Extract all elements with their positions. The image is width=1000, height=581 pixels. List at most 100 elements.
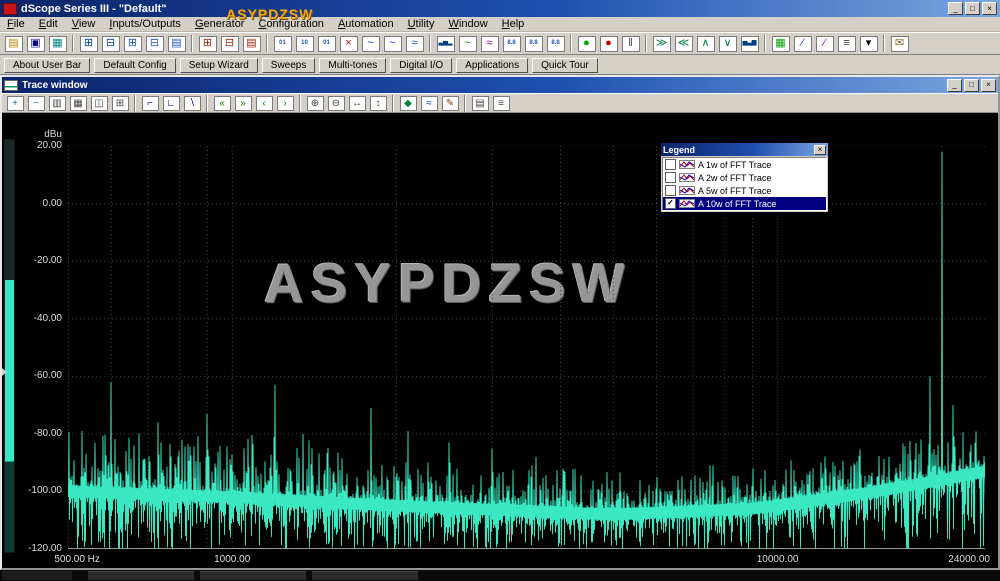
fft-panel-icon[interactable]: ▃▅▂ xyxy=(435,34,456,53)
waveform-b-icon[interactable]: ~ xyxy=(382,34,403,53)
zoom-y-icon[interactable]: ↕ xyxy=(368,95,388,112)
bitstream-b-icon[interactable]: 10 xyxy=(294,34,315,53)
menu-automation[interactable]: Automation xyxy=(331,17,401,31)
menu-edit[interactable]: Edit xyxy=(32,17,65,31)
limit-lower-icon[interactable]: ∟ xyxy=(161,95,181,112)
settings-panel-icon[interactable]: ▤ xyxy=(241,34,262,53)
bitstream-a-icon[interactable]: 01 xyxy=(272,34,293,53)
legend-item[interactable]: A 5w of FFT Trace xyxy=(663,184,826,197)
limit-upper-icon[interactable]: ⌐ xyxy=(140,95,160,112)
tab-sweeps[interactable]: Sweeps xyxy=(262,58,316,73)
sweep-up-icon[interactable]: ∧ xyxy=(695,34,716,53)
copy-graph-icon[interactable]: ▥ xyxy=(47,95,67,112)
peak-next-icon[interactable]: › xyxy=(275,95,295,112)
mail-icon[interactable]: ✉ xyxy=(889,34,910,53)
mute-icon[interactable]: × xyxy=(338,34,359,53)
export-icon[interactable]: ▤ xyxy=(470,95,490,112)
legend-item[interactable]: A 2w of FFT Trace xyxy=(663,171,826,184)
sweep-forward-icon[interactable]: ≫ xyxy=(651,34,672,53)
digital-inputs-icon[interactable]: ⊟ xyxy=(144,34,165,53)
slope-line-icon[interactable]: ∖ xyxy=(182,95,202,112)
legend-title-bar[interactable]: Legend × xyxy=(661,143,828,156)
waveform-a-icon[interactable]: ~ xyxy=(360,34,381,53)
script-icon[interactable]: ≡ xyxy=(836,34,857,53)
sweep-down-icon[interactable]: ∨ xyxy=(717,34,738,53)
menu-inputs-outputs[interactable]: Inputs/Outputs xyxy=(102,17,188,31)
fft-trace-plot[interactable] xyxy=(68,146,985,549)
regulation-icon[interactable]: ▦ xyxy=(770,34,791,53)
settings-icon[interactable]: ≡ xyxy=(491,95,511,112)
legend-checkbox[interactable] xyxy=(665,159,676,170)
trace-maximize-icon[interactable]: □ xyxy=(964,79,979,92)
tab-digital-i-o[interactable]: Digital I/O xyxy=(390,58,452,73)
zoom-x-icon[interactable]: ↔ xyxy=(347,95,367,112)
legend-item[interactable]: ✓A 10w of FFT Trace xyxy=(663,197,826,210)
legend-window[interactable]: Legend × A 1w of FFT TraceA 2w of FFT Tr… xyxy=(660,142,829,213)
axes-setup-icon[interactable]: ⊞ xyxy=(110,95,130,112)
taskbar-item[interactable] xyxy=(200,571,306,580)
plot-area[interactable]: dBu 20.000.00-20.00-40.00-60.00-80.00-10… xyxy=(2,113,998,568)
bitstream-c-icon[interactable]: 01 xyxy=(316,34,337,53)
scope-panel-icon[interactable]: ~ xyxy=(457,34,478,53)
taskbar-item[interactable] xyxy=(312,571,418,580)
maximize-icon[interactable]: □ xyxy=(965,2,980,15)
channel-check-icon[interactable]: ▤ xyxy=(166,34,187,53)
meter-c-icon[interactable]: 8.8 xyxy=(545,34,566,53)
pause-icon[interactable]: ‖ xyxy=(620,34,641,53)
split-view-icon[interactable]: ◫ xyxy=(89,95,109,112)
waveform-c-icon[interactable]: ≈ xyxy=(404,34,425,53)
legend-close-icon[interactable]: × xyxy=(814,145,826,155)
tab-about-user-bar[interactable]: About User Bar xyxy=(4,58,90,73)
menu-configuration[interactable]: Configuration xyxy=(251,17,330,31)
menu-view[interactable]: View xyxy=(65,17,103,31)
cursor-prev-icon[interactable]: « xyxy=(212,95,232,112)
analog-outputs-icon[interactable]: ⊞ xyxy=(78,34,99,53)
sweep-panel-icon[interactable]: ≈ xyxy=(479,34,500,53)
tab-quick-tour[interactable]: Quick Tour xyxy=(532,58,598,73)
slope-b-icon[interactable]: ∕ xyxy=(814,34,835,53)
minimize-icon[interactable]: _ xyxy=(948,2,963,15)
trace-close-icon[interactable]: × xyxy=(981,79,996,92)
tab-default-config[interactable]: Default Config xyxy=(94,58,175,73)
menu-window[interactable]: Window xyxy=(442,17,495,31)
legend-checkbox[interactable] xyxy=(665,185,676,196)
legend-item[interactable]: A 1w of FFT Trace xyxy=(663,158,826,171)
trace-window-title-bar[interactable]: Trace window _ □ × xyxy=(2,77,998,93)
menu-file[interactable]: File xyxy=(0,17,32,31)
analog-inputs-icon[interactable]: ⊟ xyxy=(100,34,121,53)
legend-checkbox[interactable] xyxy=(665,172,676,183)
marker-icon[interactable]: ◆ xyxy=(398,95,418,112)
dropdown-icon[interactable]: ▾ xyxy=(858,34,879,53)
save-all-icon[interactable]: ▦ xyxy=(47,34,68,53)
smooth-icon[interactable]: ≈ xyxy=(419,95,439,112)
table-view-icon[interactable]: ▦ xyxy=(68,95,88,112)
legend-checkbox[interactable]: ✓ xyxy=(665,198,676,209)
menu-utility[interactable]: Utility xyxy=(401,17,442,31)
trace-minimize-icon[interactable]: _ xyxy=(947,79,962,92)
digital-outputs-icon[interactable]: ⊞ xyxy=(122,34,143,53)
save-icon[interactable]: ▣ xyxy=(25,34,46,53)
zoom-in-icon[interactable]: ⊕ xyxy=(305,95,325,112)
tab-multi-tones[interactable]: Multi-tones xyxy=(319,58,386,73)
cursor-next-icon[interactable]: » xyxy=(233,95,253,112)
tab-setup-wizard[interactable]: Setup Wizard xyxy=(180,58,258,73)
sweep-reverse-icon[interactable]: ≪ xyxy=(673,34,694,53)
analyzer-panel-icon[interactable]: ⊟ xyxy=(219,34,240,53)
meter-b-icon[interactable]: 8.8 xyxy=(523,34,544,53)
annotate-icon[interactable]: ✎ xyxy=(440,95,460,112)
title-bar[interactable]: dScope Series III - "Default" _ □ × xyxy=(0,0,1000,17)
open-icon[interactable]: ▤ xyxy=(3,34,24,53)
tab-applications[interactable]: Applications xyxy=(456,58,528,73)
run-icon[interactable]: ● xyxy=(576,34,597,53)
taskbar-item[interactable] xyxy=(88,571,194,580)
autoscale-icon[interactable]: + xyxy=(5,95,25,112)
menu-help[interactable]: Help xyxy=(495,17,532,31)
meter-a-icon[interactable]: 8.8 xyxy=(501,34,522,53)
menu-generator[interactable]: Generator xyxy=(188,17,252,31)
zoom-out-icon[interactable]: ⊖ xyxy=(326,95,346,112)
bar-graph-icon[interactable]: ▅▃▆ xyxy=(739,34,760,53)
generator-panel-icon[interactable]: ⊞ xyxy=(197,34,218,53)
slope-a-icon[interactable]: ∕ xyxy=(792,34,813,53)
peak-prev-icon[interactable]: ‹ xyxy=(254,95,274,112)
fit-trace-icon[interactable]: ~ xyxy=(26,95,46,112)
